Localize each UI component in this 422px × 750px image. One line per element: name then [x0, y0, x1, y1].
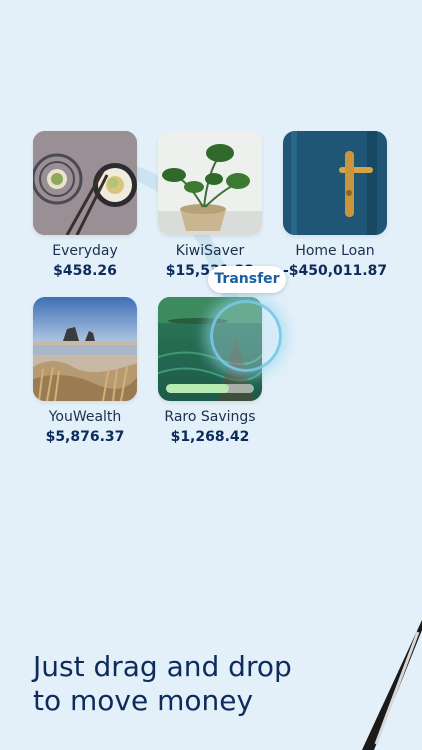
account-tile-everyday[interactable]: Everyday $458.26	[33, 131, 137, 279]
account-tile-home-loan[interactable]: Home Loan -$450,011.87	[283, 131, 387, 279]
home-loan-image	[283, 131, 387, 235]
transfer-label: Transfer	[208, 266, 286, 293]
phone-frame-edge	[362, 620, 422, 750]
headline-line-2: to move money	[33, 684, 254, 717]
kiwisaver-image	[158, 131, 262, 235]
account-name: Raro Savings	[164, 409, 256, 425]
headline: Just drag and drop to move money	[33, 650, 363, 718]
account-name: Home Loan	[295, 243, 375, 259]
drag-drop-target[interactable]	[210, 300, 282, 372]
account-balance: $1,268.42	[170, 429, 250, 445]
savings-progress-fill	[166, 384, 230, 393]
account-tile-youwealth[interactable]: YouWealth $5,876.37	[33, 297, 137, 445]
headline-line-1: Just drag and drop	[33, 650, 292, 683]
savings-progress-bar	[166, 384, 254, 393]
account-tile-kiwisaver[interactable]: KiwiSaver $15,531.33	[158, 131, 262, 279]
youwealth-image	[33, 297, 137, 401]
everyday-image	[33, 131, 137, 235]
